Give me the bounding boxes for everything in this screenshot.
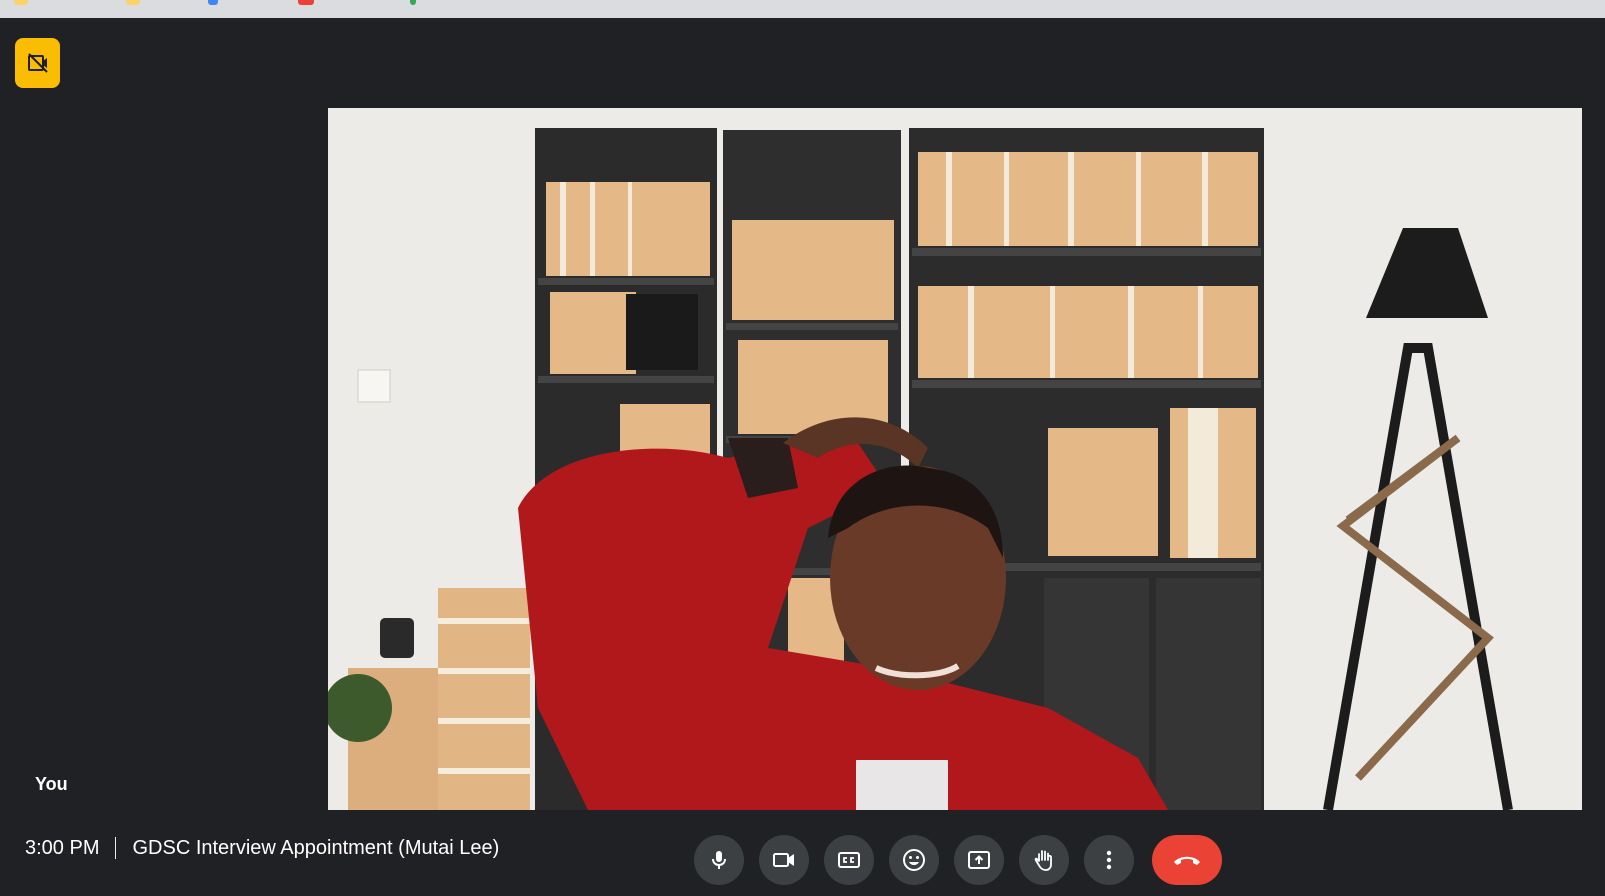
closed-caption-icon: [838, 852, 860, 868]
raise-hand-button[interactable]: [1019, 835, 1069, 885]
youtube-bookmark-icon[interactable]: [298, 0, 314, 5]
meeting-details: 3:00 PM GDSC Interview Appointment (Muta…: [25, 830, 499, 866]
meeting-info-divider: [115, 837, 117, 859]
no-video-icon: [27, 53, 48, 73]
leave-call-button[interactable]: [1152, 835, 1222, 885]
videocam-icon: [773, 853, 794, 867]
page-scrollbar[interactable]: [1597, 18, 1605, 896]
bookmark-folder-icon[interactable]: [14, 0, 28, 5]
video-off-badge[interactable]: [15, 38, 60, 88]
reactions-button[interactable]: [889, 835, 939, 885]
bookmark-site-icon[interactable]: [410, 0, 416, 5]
browser-bookmarks-strip: [0, 0, 1605, 18]
mic-icon: [712, 851, 726, 869]
participant-video[interactable]: [328, 108, 1582, 810]
video-frame-scene: [328, 108, 1582, 810]
more-vert-icon: [1106, 850, 1112, 870]
present-screen-icon: [968, 851, 990, 869]
call-end-icon: [1174, 856, 1200, 865]
self-tile-label: You: [35, 774, 68, 794]
bookmark-folder-icon[interactable]: [126, 0, 140, 5]
present-button[interactable]: [954, 835, 1004, 885]
meeting-time: 3:00 PM: [25, 836, 100, 859]
emoji-icon: [903, 849, 925, 871]
meeting-title[interactable]: GDSC Interview Appointment (Mutai Lee): [132, 837, 499, 860]
microphone-button[interactable]: [694, 835, 744, 885]
captions-button[interactable]: [824, 835, 874, 885]
call-controls: [694, 835, 1222, 885]
hand-icon: [1034, 850, 1052, 871]
camera-button[interactable]: [759, 835, 809, 885]
more-options-button[interactable]: [1084, 835, 1134, 885]
bookmark-site-icon[interactable]: [208, 0, 218, 5]
